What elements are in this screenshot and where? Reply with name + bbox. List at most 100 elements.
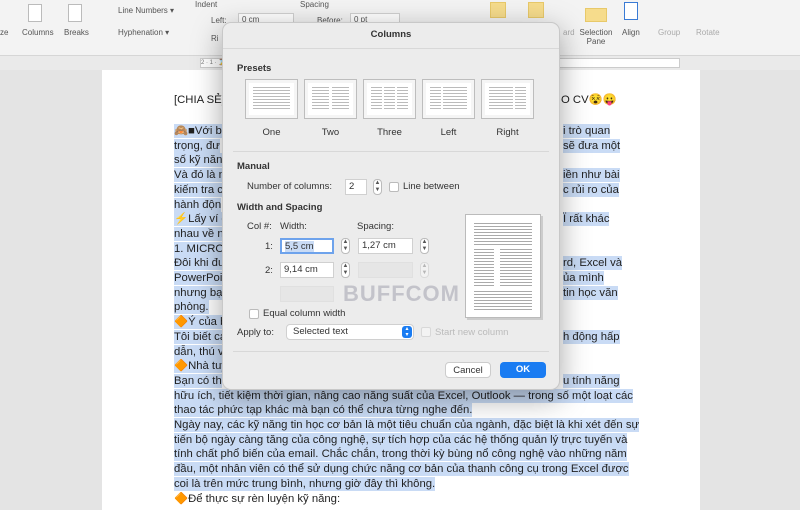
document-line: số kỹ năn [174, 153, 223, 168]
document-line: đầu, một nhân viên có thể sử dụng chức n… [174, 462, 629, 477]
col-1-spacing-stepper[interactable]: ▲ ▼ [420, 238, 429, 254]
rotate-button[interactable]: Rotate [696, 28, 720, 37]
columns-dialog: Columns Presets One Two Three Left Right Man… [222, 22, 560, 390]
align-button[interactable]: Align [622, 28, 640, 37]
ok-button[interactable]: OK [500, 362, 546, 378]
document-line: 🔶Để thực sự rèn luyện kỹ năng: [174, 492, 341, 505]
document-line-right: rd, Excel và [563, 256, 623, 271]
cancel-button[interactable]: Cancel [445, 362, 491, 378]
breaks-button[interactable]: Breaks [64, 28, 89, 37]
manual-heading: Manual [237, 161, 270, 172]
col-1-width-stepper[interactable]: ▲ ▼ [341, 238, 350, 254]
document-line: tính chất phổ biến của email. Chắc chắn,… [174, 447, 627, 462]
document-line: nhau về n [174, 226, 224, 241]
document-line-right: i trò quan [563, 124, 611, 138]
document-line-right: u tính năng [563, 373, 620, 388]
col-2-width-input[interactable]: 9,14 cm [280, 262, 334, 278]
document-line-right: iền như bài [563, 168, 620, 183]
preset-one[interactable] [245, 79, 298, 119]
line-between-label: Line between [403, 181, 460, 192]
group-button[interactable]: Group [658, 28, 680, 37]
divider [233, 151, 549, 152]
preset-label: Three [377, 127, 402, 138]
document-line-right: c rủi ro của [563, 182, 619, 197]
columns-icon [28, 4, 42, 22]
document-line-right: ủa mình [563, 271, 604, 285]
document-title-left: [CHIA SẺ] [174, 94, 225, 106]
col-2-spacing-input [358, 262, 413, 278]
divider [233, 351, 549, 352]
col-3-width-input [280, 286, 334, 302]
document-line: hành độn [174, 197, 222, 212]
document-line: PowerPoi [174, 271, 223, 285]
num-columns-stepper[interactable]: ▲ ▼ [373, 179, 382, 195]
num-columns-input[interactable]: 2 [345, 179, 367, 195]
column-preview [465, 214, 541, 318]
document-line: coi là trên mức trung bình, nhưng giờ đâ… [174, 476, 436, 491]
document-line: Ngày nay, các kỹ năng tin học cơ bản là … [174, 418, 640, 432]
document-title-right: O CV😵😛 [561, 94, 617, 106]
document-line-right: h động hấp [563, 329, 620, 344]
preset-label: Left [440, 127, 457, 138]
start-new-column-checkbox [421, 327, 431, 337]
document-line: trọng, đư [174, 138, 220, 153]
document-line: hữu ích, tiết kiệm thời gian, nâng cao n… [174, 388, 633, 403]
apply-to-label: Apply to: [237, 327, 274, 338]
col-2-width-stepper[interactable]: ▲ ▼ [341, 262, 350, 278]
preset-left[interactable] [422, 79, 475, 119]
align-icon [624, 2, 638, 20]
size-button[interactable]: ze [0, 28, 8, 37]
preset-label: Right [496, 127, 519, 138]
document-line: Bạn có th [174, 373, 222, 388]
selection-pane-button[interactable]: Selection Pane [578, 28, 614, 46]
document-line: 🔶Nhà tuy [174, 359, 227, 374]
spacing-header: Spacing: [357, 221, 394, 232]
forward-button[interactable]: ard [563, 28, 575, 37]
chevron-updown-icon: ▴ ▾ [402, 326, 412, 338]
apply-to-value: Selected text [293, 326, 348, 337]
line-numbers-button[interactable]: Line Numbers ▾ [118, 6, 174, 15]
document-line-right: tin học văn [563, 285, 618, 300]
row-1-label: 1: [265, 241, 273, 252]
line-between-checkbox[interactable] [389, 182, 399, 192]
indent-label: Indent [195, 0, 218, 9]
preset-two[interactable] [304, 79, 357, 119]
equal-width-checkbox[interactable] [249, 309, 259, 319]
send-backward-icon [528, 2, 544, 18]
num-columns-label: Number of columns: [247, 181, 333, 192]
columns-button[interactable]: Columns [22, 28, 54, 37]
selection-pane-icon [585, 8, 607, 22]
document-line-right: sẽ đưa một [563, 138, 621, 153]
document-line: kiếm tra c [174, 182, 223, 197]
document-line: Đôi khi đư [174, 256, 226, 271]
width-spacing-heading: Width and Spacing [237, 202, 323, 213]
equal-width-label: Equal column width [263, 308, 346, 319]
row-2-label: 2: [265, 265, 273, 276]
col-1-spacing-input[interactable]: 1,27 cm [358, 238, 413, 254]
hyphenation-button[interactable]: Hyphenation ▾ [118, 28, 169, 37]
indent-right-label: Ri [211, 34, 219, 43]
start-new-column-label: Start new column [435, 327, 509, 338]
preset-label: Two [321, 127, 340, 138]
spacing-label: Spacing [300, 0, 329, 9]
width-header: Width: [280, 221, 307, 232]
breaks-icon [68, 4, 82, 22]
document-line: 🔶Ý của b [174, 315, 227, 330]
dialog-title: Columns [223, 23, 559, 49]
presets-heading: Presets [237, 63, 272, 74]
apply-to-select[interactable]: Selected text ▴ ▾ [286, 324, 414, 340]
document-line-right: Ï rất khác [563, 212, 610, 227]
document-line: 1. MICRO [174, 241, 225, 256]
col-number-header: Col #: [247, 221, 272, 232]
document-line: 🙈■Với b [174, 124, 222, 138]
document-line: Tôi biết ca [174, 329, 227, 344]
document-line: tiến bộ ngày càng tăng của công nghệ, sự… [174, 432, 628, 447]
preset-label: One [262, 127, 281, 138]
document-line: thao tác phức tạp khác mà bạn có thể chư… [174, 403, 473, 418]
col-2-spacing-stepper: ▲ ▼ [420, 262, 429, 278]
preset-three[interactable] [363, 79, 416, 119]
bring-forward-icon [490, 2, 506, 18]
col-1-width-input[interactable]: 5,5 cm [285, 241, 314, 252]
document-line: nhưng bạ [174, 285, 223, 300]
preset-right[interactable] [481, 79, 534, 119]
